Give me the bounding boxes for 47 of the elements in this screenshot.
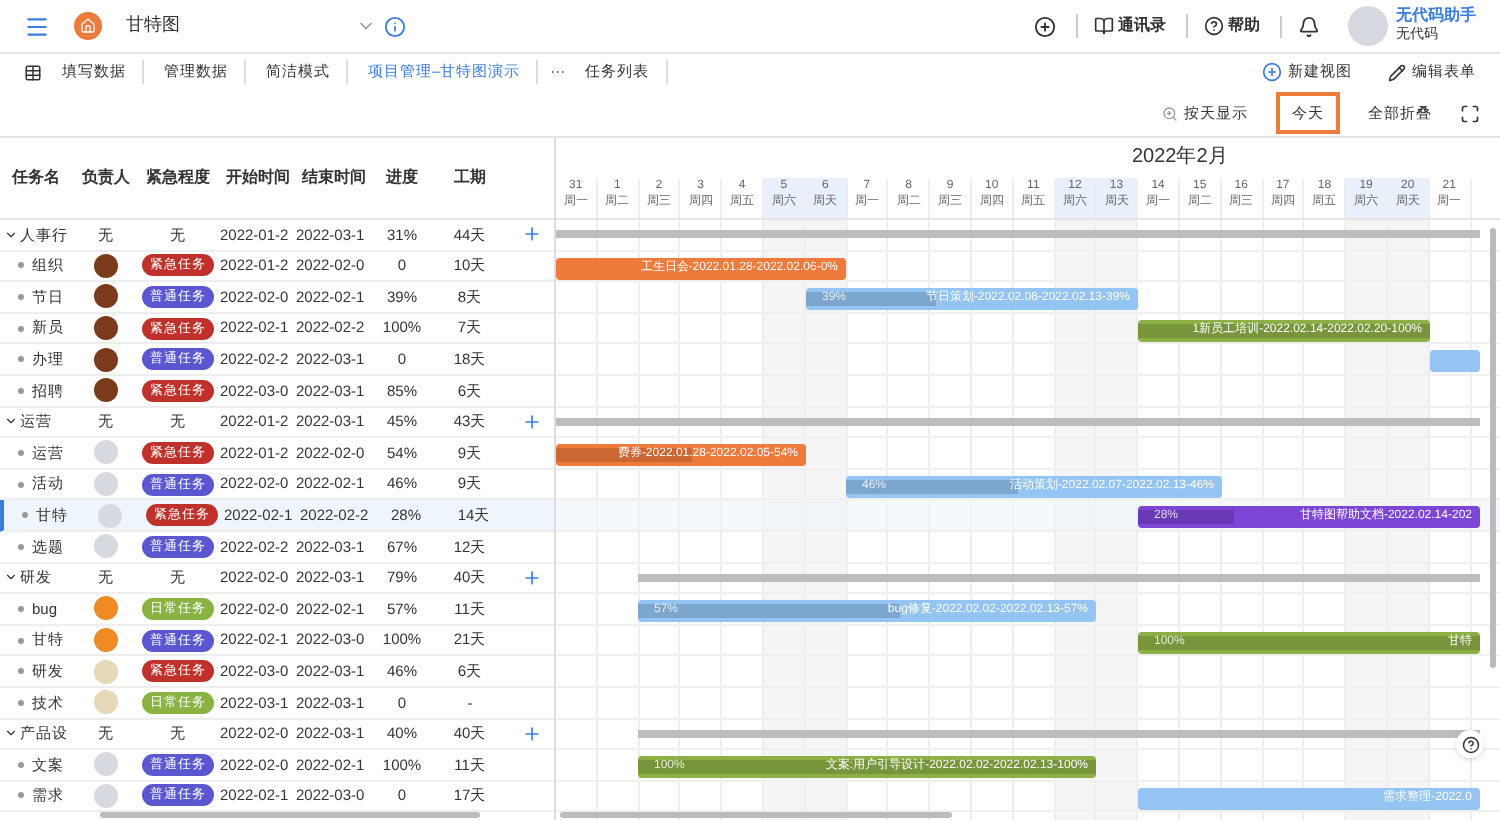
column-header: 工期 bbox=[454, 166, 486, 190]
bullet-icon bbox=[18, 605, 24, 612]
column-header: 负责人 bbox=[82, 166, 130, 190]
chevron-down-icon[interactable] bbox=[4, 414, 18, 429]
help-icon bbox=[1204, 16, 1224, 36]
bullet-icon bbox=[18, 637, 24, 644]
bullet-icon bbox=[18, 356, 24, 363]
bell-icon[interactable] bbox=[1298, 15, 1320, 37]
pencil-icon bbox=[1388, 63, 1406, 81]
header-link[interactable]: 通讯录 bbox=[1076, 14, 1166, 38]
bullet-icon bbox=[18, 668, 24, 675]
app-title: 甘特图 bbox=[126, 12, 180, 39]
book-icon bbox=[1094, 16, 1114, 36]
horizontal-scrollbar[interactable] bbox=[100, 812, 480, 818]
bullet-icon bbox=[18, 293, 24, 300]
info-icon[interactable] bbox=[384, 15, 406, 37]
chevron-down-icon[interactable] bbox=[4, 227, 18, 242]
bullet-icon bbox=[18, 761, 24, 768]
bullet-icon bbox=[18, 792, 24, 799]
horizontal-scrollbar[interactable] bbox=[560, 812, 952, 818]
chevron-down-icon[interactable] bbox=[4, 570, 18, 585]
bullet-icon bbox=[18, 449, 24, 456]
bullet-icon bbox=[18, 699, 24, 706]
bullet-icon bbox=[22, 512, 28, 519]
vertical-scrollbar[interactable] bbox=[1490, 228, 1496, 668]
bullet-icon bbox=[18, 325, 24, 332]
header-link[interactable]: 帮助 bbox=[1186, 14, 1260, 38]
bullet-icon bbox=[18, 387, 24, 394]
user-name: 无代码助手 bbox=[1396, 6, 1476, 26]
fullscreen-icon[interactable] bbox=[1460, 103, 1480, 123]
column-header: 开始时间 bbox=[226, 166, 290, 190]
zoom-icon bbox=[1162, 105, 1178, 121]
bullet-icon bbox=[18, 262, 24, 269]
home-icon[interactable] bbox=[74, 12, 102, 40]
add-icon[interactable] bbox=[1034, 15, 1056, 37]
column-header: 结束时间 bbox=[302, 166, 366, 190]
bullet-icon bbox=[18, 481, 24, 488]
month-label: 2022年2月 bbox=[1132, 144, 1228, 173]
chevron-down-icon[interactable] bbox=[4, 726, 18, 741]
menu-icon[interactable] bbox=[24, 13, 50, 39]
table-icon[interactable] bbox=[24, 63, 42, 81]
help-icon[interactable] bbox=[1456, 730, 1484, 758]
add-icon bbox=[1262, 62, 1282, 82]
column-header: 紧急程度 bbox=[146, 166, 210, 190]
bullet-icon bbox=[18, 543, 24, 550]
column-header: 任务名 bbox=[9, 166, 60, 190]
column-header: 进度 bbox=[386, 166, 418, 190]
